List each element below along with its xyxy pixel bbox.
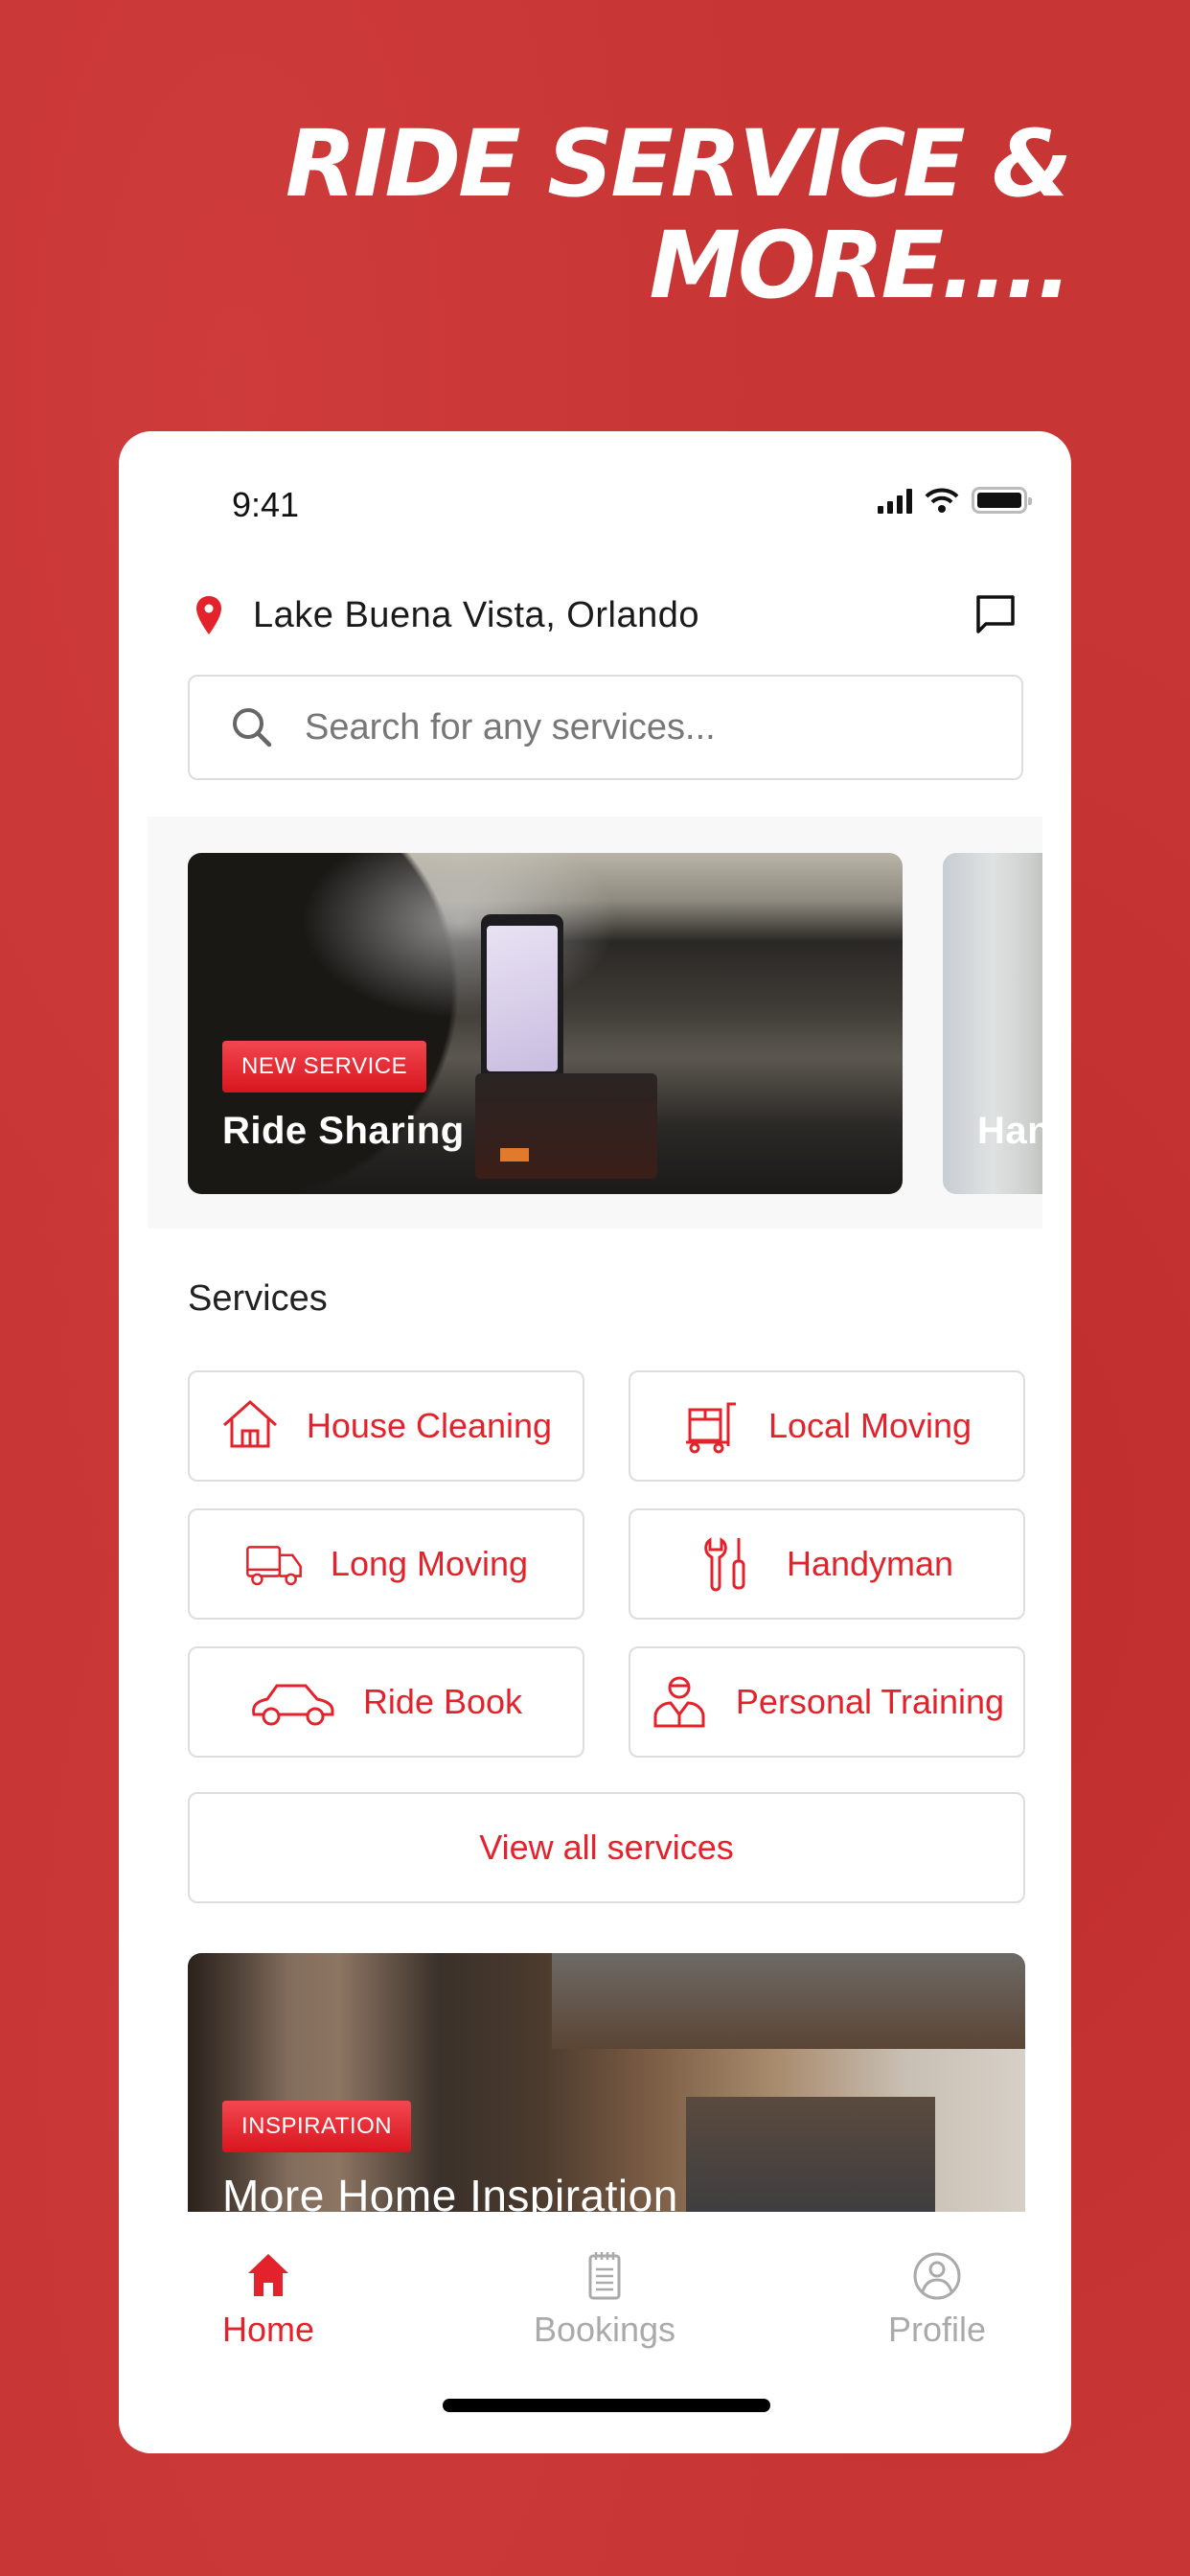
search-field[interactable] — [188, 675, 1023, 780]
tools-icon — [704, 1537, 745, 1592]
phone-screen: 9:41 Lake Buena Vista, Orlando Search fo… — [119, 431, 1071, 2453]
service-local-moving[interactable]: Local Moving — [629, 1370, 1025, 1482]
map-pin-icon — [196, 596, 221, 634]
service-handyman[interactable]: Handyman — [629, 1508, 1025, 1620]
search-input[interactable] — [305, 706, 975, 748]
promo-card-handyman[interactable]: Handyman — [943, 853, 1042, 1194]
profile-icon — [913, 2252, 961, 2300]
search-icon — [233, 708, 272, 748]
service-label: Ride Book — [362, 1682, 523, 1721]
service-label: Long Moving — [330, 1544, 529, 1583]
tab-bookings[interactable]: Bookings — [509, 2250, 700, 2350]
headline-line-1: RIDE SERVICE & — [285, 110, 1072, 218]
promo-card-ride-sharing[interactable]: NEW SERVICE Ride Sharing — [188, 853, 903, 1194]
headline-line-2: MORE.... — [649, 212, 1072, 319]
service-label: Personal Training — [735, 1682, 1005, 1721]
service-long-moving[interactable]: Long Moving — [188, 1508, 584, 1620]
service-ride-book[interactable]: Ride Book — [188, 1646, 584, 1758]
chat-icon[interactable] — [973, 592, 1018, 636]
service-house-cleaning[interactable]: House Cleaning — [188, 1370, 584, 1482]
tab-label: Home — [221, 2310, 315, 2349]
home-indicator[interactable] — [443, 2399, 770, 2412]
new-service-badge: NEW SERVICE — [222, 1041, 427, 1092]
bottom-tab-bar: Home Bookings Profile — [119, 2212, 1071, 2453]
inspiration-title: More Home Inspiration — [222, 2171, 678, 2212]
notepad-icon — [588, 2252, 621, 2300]
view-all-services-button[interactable]: View all services — [188, 1792, 1025, 1903]
card-image-kitchen — [686, 2097, 935, 2212]
services-grid: House Cleaning Local Moving Long Moving — [188, 1370, 1025, 1758]
promo-card-title: Ride Sharing — [222, 1110, 465, 1152]
status-time: 9:41 — [232, 485, 300, 524]
status-bar: 9:41 — [119, 431, 1071, 537]
status-icons — [878, 487, 1032, 514]
hand-truck-icon — [685, 1402, 736, 1454]
promo-card-title: Handyman — [977, 1110, 1042, 1152]
signal-icon — [878, 489, 912, 514]
promo-headline: RIDE SERVICE & MORE.... — [285, 110, 1072, 319]
location-row[interactable]: Lake Buena Vista, Orlando — [194, 586, 1018, 644]
tab-label: Bookings — [533, 2310, 676, 2349]
car-icon — [252, 1684, 334, 1726]
tab-label: Profile — [887, 2310, 987, 2349]
service-label: Local Moving — [767, 1406, 973, 1445]
card-image-phone — [481, 914, 563, 1083]
truck-icon — [246, 1546, 302, 1586]
tab-home[interactable]: Home — [172, 2250, 364, 2350]
services-heading: Services — [188, 1278, 328, 1319]
service-label: Handyman — [786, 1544, 954, 1583]
home-icon — [248, 2254, 288, 2296]
card-image-loft — [552, 1953, 1025, 2049]
service-personal-training[interactable]: Personal Training — [629, 1646, 1025, 1758]
service-label: House Cleaning — [306, 1406, 553, 1445]
house-icon — [222, 1399, 277, 1448]
inspiration-card[interactable]: INSPIRATION More Home Inspiration — [188, 1953, 1025, 2212]
promo-carousel[interactable]: NEW SERVICE Ride Sharing Handyman — [148, 816, 1042, 1229]
card-image-dashboard — [475, 1073, 657, 1179]
trainer-icon — [653, 1676, 705, 1728]
battery-icon — [972, 487, 1032, 514]
inspiration-badge: INSPIRATION — [222, 2101, 412, 2152]
tab-profile[interactable]: Profile — [841, 2250, 1033, 2350]
location-label: Lake Buena Vista, Orlando — [253, 594, 699, 635]
wifi-icon — [925, 488, 959, 513]
